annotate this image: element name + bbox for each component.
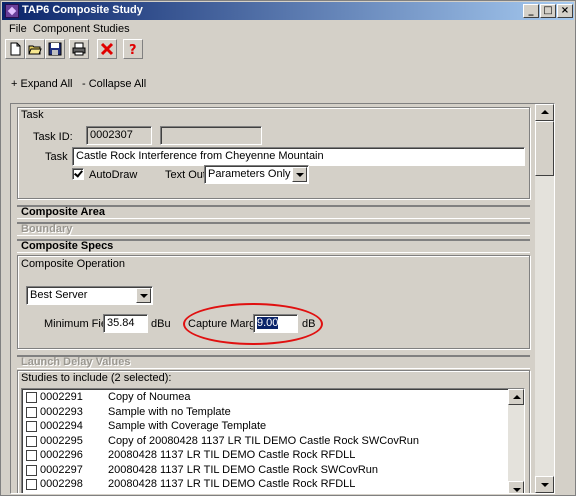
collapse-all-link[interactable]: - Collapse All: [82, 78, 146, 90]
print-icon: [72, 42, 86, 56]
scroll-down-arrow-icon[interactable]: [535, 476, 554, 493]
studies-scrollbar[interactable]: [508, 389, 524, 493]
section-composite-area[interactable]: Composite Area: [17, 205, 530, 219]
composite-operation-select[interactable]: Best Server: [26, 286, 153, 305]
delete-button[interactable]: [97, 39, 117, 59]
minimum-field-input[interactable]: 35.84: [103, 314, 148, 333]
scroll-up-arrow-icon[interactable]: [508, 389, 524, 405]
maximize-button[interactable]: □: [540, 4, 556, 18]
app-window: TAP6 Composite Study _ □ × File Componen…: [0, 0, 576, 496]
task-label: Task: [45, 151, 68, 163]
expand-all-link[interactable]: + Expand All: [11, 78, 72, 90]
study-name: Sample with no Template: [108, 405, 231, 418]
study-name: Copy of 20080428 1137 LR TIL DEMO Castle…: [108, 434, 420, 447]
capture-margin-input[interactable]: 9.00: [253, 314, 298, 333]
section-boundary: Boundary: [17, 222, 530, 236]
study-id: 0002296: [40, 449, 83, 461]
study-panel-content: Task Task ID: 0002307 Task Castle Rock I…: [11, 104, 534, 493]
list-item[interactable]: 0002294 Sample with Coverage Template: [22, 420, 510, 434]
study-name: 20080428 1137 LR TIL DEMO Castle Rock RF…: [108, 449, 356, 461]
task-id-extra-field[interactable]: [160, 126, 262, 145]
menu-file[interactable]: File: [9, 23, 27, 35]
task-group-label: Task: [21, 109, 44, 121]
study-name: 20080428 1137 LR TIL DEMO Castle Rock SW…: [108, 463, 379, 476]
chevron-down-icon[interactable]: [292, 167, 307, 182]
minimize-button[interactable]: _: [523, 4, 539, 18]
text-out-label: Text Out:: [165, 169, 210, 181]
list-item[interactable]: 0002295 Copy of 20080428 1137 LR TIL DEMO…: [22, 435, 510, 449]
save-button[interactable]: [45, 39, 65, 59]
capture-margin-value: 9.00: [257, 317, 279, 329]
study-id: 0002294: [40, 420, 83, 432]
panel-scrollbar[interactable]: [535, 104, 554, 493]
composite-operation-label: Composite Operation: [21, 258, 125, 270]
study-checkbox[interactable]: [26, 392, 37, 403]
list-item[interactable]: 0002296 20080428 1137 LR TIL DEMO Castle …: [22, 449, 510, 463]
scroll-thumb[interactable]: [535, 121, 554, 176]
study-id: 0002297: [40, 463, 83, 476]
help-icon: ?: [129, 43, 137, 56]
task-name-field[interactable]: Castle Rock Interference from Cheyenne M…: [72, 147, 525, 166]
task-id-field[interactable]: 0002307: [86, 126, 152, 145]
capture-margin-unit: dB: [302, 318, 316, 330]
list-item[interactable]: 0002291 Copy of Noumea: [22, 391, 510, 405]
study-name: 20080428 1137 LR TIL DEMO Castle Rock RF…: [108, 478, 356, 490]
window-title: TAP6 Composite Study: [22, 4, 143, 16]
scroll-down-arrow-icon[interactable]: [508, 481, 524, 493]
help-button[interactable]: ?: [123, 39, 143, 59]
study-checkbox[interactable]: [26, 421, 37, 432]
save-icon: [48, 42, 62, 56]
study-name: Sample with Coverage Template: [108, 420, 267, 432]
study-id: 0002295: [40, 434, 83, 447]
study-id: 0002293: [40, 405, 83, 418]
study-panel: Task Task ID: 0002307 Task Castle Rock I…: [10, 103, 555, 494]
study-name: Copy of Noumea: [108, 391, 191, 403]
section-composite-specs[interactable]: Composite Specs: [17, 239, 530, 253]
app-icon[interactable]: [5, 4, 19, 18]
chevron-down-icon[interactable]: [136, 288, 151, 303]
delete-icon: [100, 42, 114, 56]
menu-component-studies[interactable]: Component Studies: [33, 23, 130, 35]
list-item[interactable]: 0002298 20080428 1137 LR TIL DEMO Castle …: [22, 478, 510, 492]
autodraw-checkbox[interactable]: [72, 168, 84, 180]
study-id: 0002291: [40, 391, 83, 403]
study-checkbox[interactable]: [26, 479, 37, 490]
list-item[interactable]: 0002293 Sample with no Template: [22, 406, 510, 420]
new-icon: [10, 42, 21, 56]
open-button[interactable]: [25, 39, 45, 59]
study-checkbox[interactable]: [26, 464, 37, 476]
title-bar[interactable]: TAP6 Composite Study _ □ ×: [2, 2, 574, 20]
studies-list[interactable]: 0002291 Copy of Noumea 0002293 Sample with …: [21, 388, 525, 493]
text-out-select[interactable]: Parameters Only: [204, 165, 309, 184]
list-item[interactable]: 0002297 20080428 1137 LR TIL DEMO Castle …: [22, 464, 510, 478]
study-checkbox[interactable]: [26, 406, 37, 418]
study-checkbox[interactable]: [26, 450, 37, 461]
minimum-field-unit: dBu: [151, 318, 171, 330]
scroll-up-arrow-icon[interactable]: [535, 104, 554, 121]
text-out-value: Parameters Only: [208, 168, 291, 180]
study-checkbox[interactable]: [26, 435, 37, 447]
open-icon: [28, 45, 42, 55]
composite-operation-value: Best Server: [30, 289, 88, 301]
close-button[interactable]: ×: [557, 4, 573, 18]
autodraw-label: AutoDraw: [89, 169, 138, 181]
task-id-label: Task ID:: [33, 131, 73, 143]
svg-text:?: ?: [129, 43, 137, 56]
studies-label: Studies to include (2 selected):: [21, 372, 172, 384]
section-launch-delay: Launch Delay Values: [17, 355, 530, 369]
print-button[interactable]: [69, 39, 89, 59]
new-button[interactable]: [5, 39, 25, 59]
study-id: 0002298: [40, 478, 83, 490]
